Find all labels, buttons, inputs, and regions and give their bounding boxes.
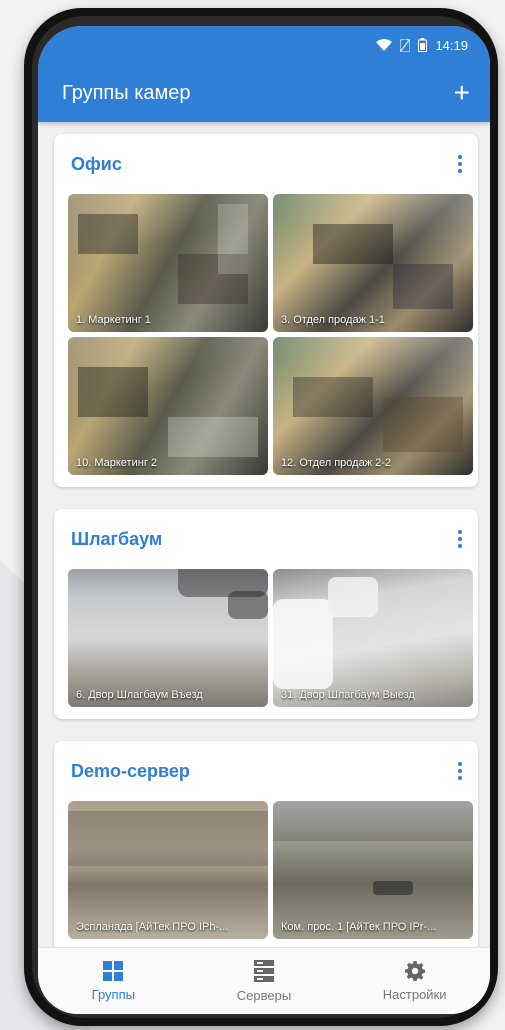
no-sim-icon [400, 38, 411, 52]
camera-grid: Эспланада [АйТек ПРО IPh-... Ком. прос. … [68, 801, 473, 939]
camera-tile[interactable]: 10. Маркетинг 2 [68, 337, 268, 475]
camera-label: 31. Двор Шлагбаум Выезд [281, 689, 415, 701]
groups-list: Офис 1. Маркетинг 1 3. Отдел продаж 1-1 [38, 122, 490, 951]
phone-screen: 14:19 Группы камер + Офис 1. Маркетинг 1 [38, 26, 490, 1014]
page-title: Группы камер [62, 81, 191, 104]
camera-label: 3. Отдел продаж 1-1 [281, 314, 385, 326]
group-menu-icon[interactable] [452, 526, 468, 552]
camera-label: 6. Двор Шлагбаум Въезд [76, 689, 203, 701]
bottom-navigation: Группы Серверы Настройки [38, 947, 490, 1014]
group-title: Офис [71, 153, 122, 174]
nav-servers[interactable]: Серверы [204, 959, 324, 1003]
app-bar: Группы камер + [38, 64, 490, 122]
grid-icon [103, 960, 124, 981]
camera-label: 1. Маркетинг 1 [76, 314, 151, 326]
camera-label: Эспланада [АйТек ПРО IPh-... [76, 921, 229, 933]
nav-groups-label: Группы [91, 986, 135, 1002]
camera-label: 12. Отдел продаж 2-2 [281, 457, 392, 469]
nav-settings[interactable]: Настройки [355, 960, 475, 1002]
group-header: Шлагбаум [68, 519, 468, 559]
gear-icon [404, 960, 425, 981]
group-card-demo: Demo-сервер Эспланада [АйТек ПРО IPh-...… [54, 741, 478, 951]
camera-tile[interactable]: 31. Двор Шлагбаум Выезд [273, 569, 473, 707]
camera-tile[interactable]: 3. Отдел продаж 1-1 [273, 194, 473, 332]
camera-tile[interactable]: 6. Двор Шлагбаум Въезд [68, 569, 268, 707]
group-card-barrier: Шлагбаум 6. Двор Шлагбаум Въезд 31. Двор… [54, 509, 478, 719]
group-title: Шлагбаум [71, 528, 163, 549]
camera-tile[interactable]: Эспланада [АйТек ПРО IPh-... [68, 801, 268, 939]
camera-tile[interactable]: 12. Отдел продаж 2-2 [273, 337, 473, 475]
battery-icon [418, 38, 428, 52]
group-header: Офис [68, 144, 468, 184]
server-icon [253, 959, 274, 982]
camera-tile[interactable]: Ком. прос. 1 [АйТек ПРО IPr-... [273, 801, 473, 939]
camera-tile[interactable]: 1. Маркетинг 1 [68, 194, 268, 332]
camera-label: 10. Маркетинг 2 [76, 457, 158, 469]
nav-settings-label: Настройки [382, 986, 447, 1002]
group-card-office: Офис 1. Маркетинг 1 3. Отдел продаж 1-1 [54, 134, 478, 487]
camera-label: Ком. прос. 1 [АйТек ПРО IPr-... [281, 921, 437, 933]
group-menu-icon[interactable] [452, 758, 468, 784]
status-time: 14:19 [435, 37, 468, 53]
group-header: Demo-сервер [68, 751, 468, 791]
group-title: Demo-сервер [71, 760, 190, 781]
add-group-button[interactable]: + [454, 79, 470, 107]
nav-servers-label: Серверы [236, 987, 292, 1003]
nav-groups[interactable]: Группы [53, 960, 173, 1002]
group-menu-icon[interactable] [452, 151, 468, 177]
wifi-icon [376, 39, 393, 51]
status-bar: 14:19 [38, 26, 490, 64]
camera-grid: 6. Двор Шлагбаум Въезд 31. Двор Шлагбаум… [68, 569, 473, 707]
camera-grid: 1. Маркетинг 1 3. Отдел продаж 1-1 10. М… [68, 194, 473, 475]
